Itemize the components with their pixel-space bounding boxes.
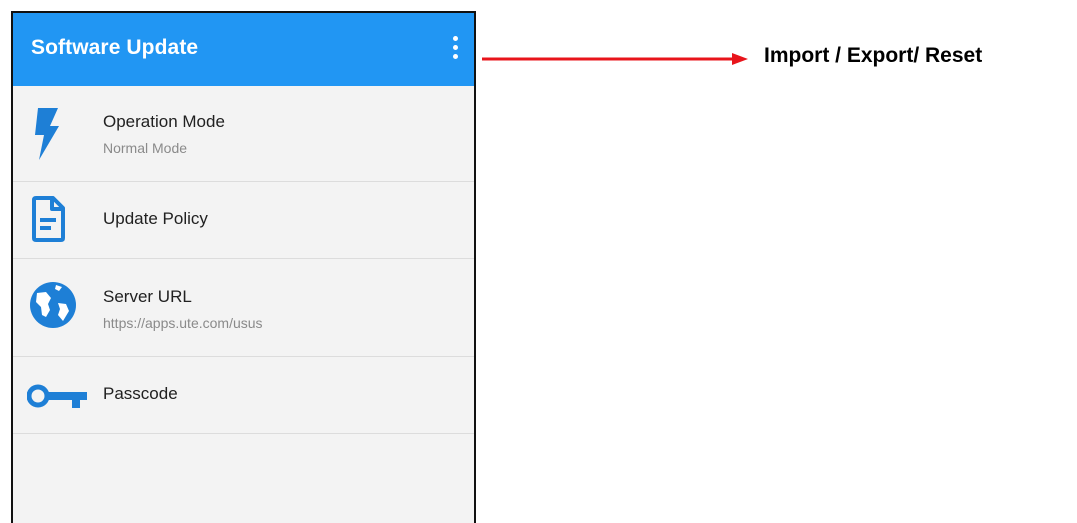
setting-label: Update Policy (103, 209, 208, 228)
more-vert-icon[interactable] (443, 33, 467, 63)
globe-icon (29, 281, 77, 334)
app-bar: Software Update (13, 13, 474, 86)
menu-dot (453, 36, 458, 41)
menu-dot (453, 54, 458, 59)
setting-value: https://apps.ute.com/usus (103, 315, 263, 331)
setting-label: Passcode (103, 384, 178, 403)
settings-list: Operation Mode Normal Mode Update Policy (13, 86, 474, 434)
menu-dot (453, 45, 458, 50)
setting-passcode[interactable]: Passcode (13, 357, 474, 434)
setting-server-url[interactable]: Server URL https://apps.ute.com/usus (13, 259, 474, 357)
lightning-bolt-icon (33, 108, 59, 165)
key-icon (26, 384, 89, 413)
setting-value: Normal Mode (103, 140, 188, 156)
setting-operation-mode[interactable]: Operation Mode Normal Mode (13, 86, 474, 182)
setting-label: Operation Mode (103, 112, 225, 131)
document-icon (31, 196, 65, 247)
phone-screen: Software Update Operation Mode Normal Mo… (11, 11, 476, 523)
screenshot-canvas: Software Update Operation Mode Normal Mo… (0, 0, 1077, 523)
setting-update-policy[interactable]: Update Policy (13, 182, 474, 259)
app-bar-title: Software Update (31, 36, 199, 59)
setting-label: Server URL (103, 287, 192, 306)
callout-arrow (482, 49, 750, 74)
callout-label: Import / Export/ Reset (764, 44, 983, 67)
